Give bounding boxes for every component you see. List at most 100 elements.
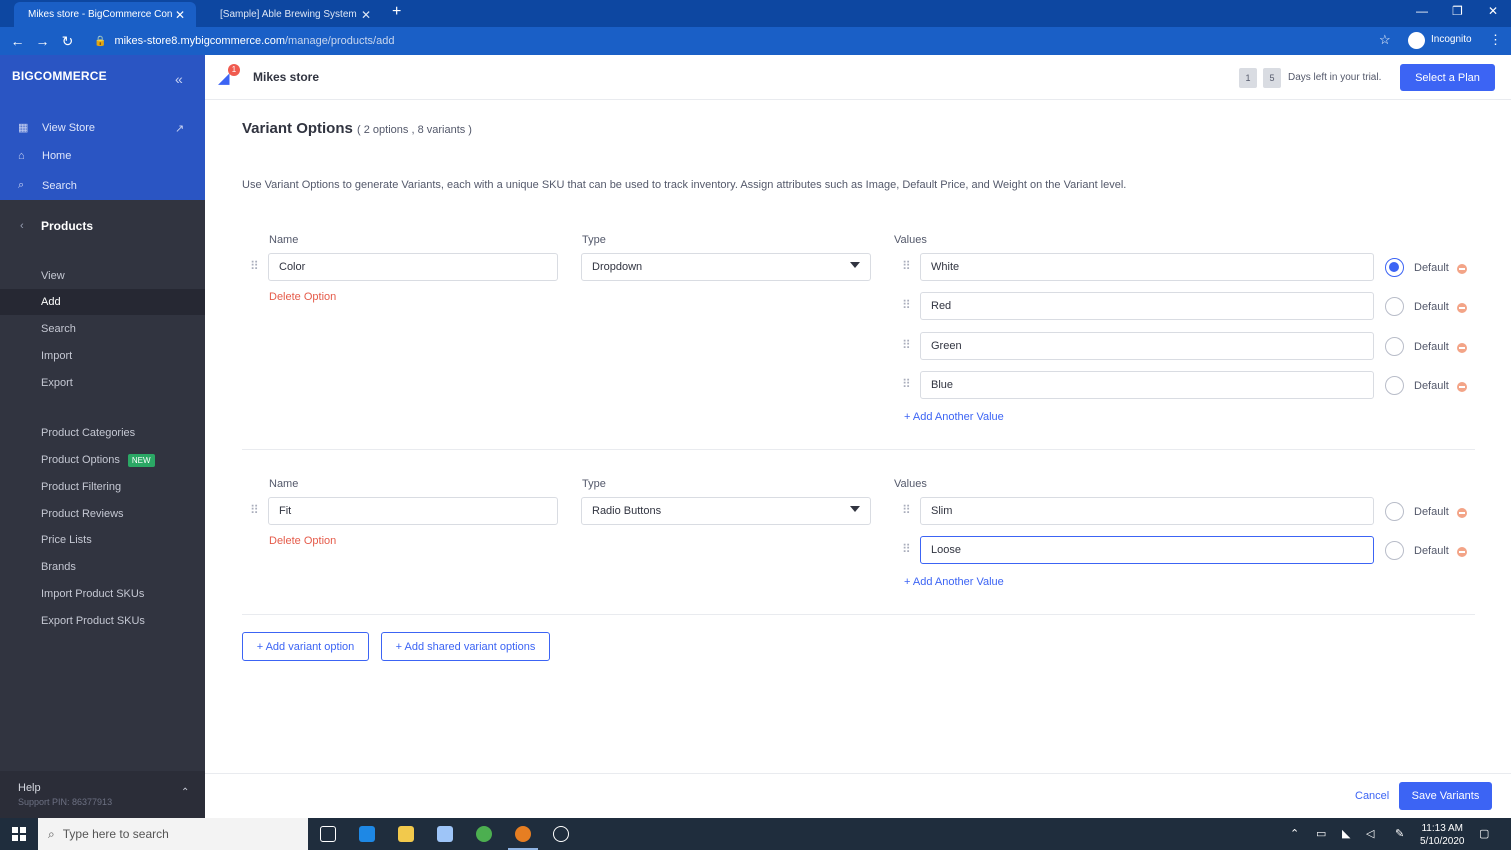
- save-variants-button[interactable]: Save Variants: [1399, 782, 1492, 810]
- recorder-icon[interactable]: [553, 826, 569, 842]
- option-value-input[interactable]: Loose: [920, 536, 1374, 564]
- default-label: Default: [1414, 301, 1449, 313]
- sidebar-item-product-options[interactable]: Product Options NEW: [0, 447, 205, 473]
- name-label: Name: [269, 478, 299, 490]
- collapse-sidebar-icon[interactable]: «: [175, 71, 183, 87]
- close-tab-icon[interactable]: ✕: [174, 8, 186, 22]
- sidebar-item-label: Import: [41, 350, 73, 362]
- external-link-icon[interactable]: ↗: [175, 122, 184, 135]
- pen-icon[interactable]: ✎: [1395, 827, 1404, 840]
- sidebar-item-home[interactable]: ⌂ Home: [18, 150, 71, 162]
- remove-value-icon[interactable]: [1457, 303, 1467, 313]
- option-name-input[interactable]: Fit: [268, 497, 558, 525]
- remove-value-icon[interactable]: [1457, 264, 1467, 274]
- incognito-icon[interactable]: [1408, 32, 1425, 49]
- sidebar-item-product-categories[interactable]: Product Categories: [0, 420, 205, 446]
- default-radio[interactable]: [1385, 376, 1404, 395]
- option-value-input[interactable]: Blue: [920, 371, 1374, 399]
- battery-icon[interactable]: ▭: [1316, 827, 1326, 840]
- edge-icon[interactable]: [359, 826, 375, 842]
- default-radio[interactable]: [1385, 502, 1404, 521]
- remove-value-icon[interactable]: [1457, 343, 1467, 353]
- url-field[interactable]: mikes-store8.mybigcommerce.com/manage/pr…: [114, 35, 394, 47]
- delete-option-link[interactable]: Delete Option: [269, 291, 336, 303]
- task-view-icon[interactable]: [320, 826, 336, 842]
- option-name-input[interactable]: Color: [268, 253, 558, 281]
- name-label: Name: [269, 234, 299, 246]
- select-plan-button[interactable]: Select a Plan: [1400, 64, 1495, 91]
- reload-icon[interactable]: ↻: [55, 33, 80, 50]
- default-label: Default: [1414, 341, 1449, 353]
- drag-handle-icon[interactable]: ⠿: [902, 259, 911, 273]
- option-value-input[interactable]: Slim: [920, 497, 1374, 525]
- default-radio[interactable]: [1385, 258, 1404, 277]
- option-value-input[interactable]: Red: [920, 292, 1374, 320]
- browser-tab-active[interactable]: Mikes store - BigCommerce Con ✕: [14, 2, 196, 27]
- forward-icon[interactable]: →: [30, 33, 55, 49]
- new-tab-icon[interactable]: +: [392, 3, 401, 21]
- default-radio[interactable]: [1385, 337, 1404, 356]
- bookmark-star-icon[interactable]: ☆: [1379, 32, 1391, 48]
- sidebar-item-export[interactable]: Export: [0, 370, 205, 396]
- system-clock[interactable]: 11:13 AM 5/10/2020: [1420, 822, 1465, 848]
- minimize-icon[interactable]: —: [1416, 4, 1428, 18]
- option-value-input[interactable]: White: [920, 253, 1374, 281]
- option-type-select[interactable]: Dropdown: [581, 253, 871, 281]
- volume-icon[interactable]: ◁: [1366, 827, 1374, 840]
- sidebar-item-export-product-skus[interactable]: Export Product SKUs: [0, 608, 205, 634]
- sidebar-item-view[interactable]: View: [0, 263, 205, 289]
- sidebar-item-product-filtering[interactable]: Product Filtering: [0, 474, 205, 500]
- type-label: Type: [582, 234, 606, 246]
- sidebar-item-product-reviews[interactable]: Product Reviews: [0, 501, 205, 527]
- drag-handle-icon[interactable]: ⠿: [250, 259, 259, 273]
- chrome-icon[interactable]: [476, 826, 492, 842]
- restore-icon[interactable]: ❐: [1452, 4, 1463, 18]
- file-explorer-icon[interactable]: [398, 826, 414, 842]
- network-icon[interactable]: ◣: [1342, 827, 1350, 840]
- drag-handle-icon[interactable]: ⠿: [902, 542, 911, 556]
- tray-chevron-icon[interactable]: ⌃: [1290, 827, 1299, 840]
- sidebar-item-import[interactable]: Import: [0, 343, 205, 369]
- sidebar-item-add[interactable]: Add: [0, 289, 205, 315]
- taskbar-search[interactable]: ⌕ Type here to search: [38, 818, 308, 850]
- sidebar-item-brands[interactable]: Brands: [0, 554, 205, 580]
- back-icon[interactable]: ←: [5, 33, 30, 49]
- default-label: Default: [1414, 545, 1449, 557]
- default-radio[interactable]: [1385, 297, 1404, 316]
- sidebar-item-search-products[interactable]: Search: [0, 316, 205, 342]
- drag-handle-icon[interactable]: ⠿: [902, 338, 911, 352]
- notifications-icon[interactable]: ▢: [1479, 827, 1489, 840]
- sidebar-item-import-product-skus[interactable]: Import Product SKUs: [0, 581, 205, 607]
- add-shared-variant-options-button[interactable]: + Add shared variant options: [381, 632, 550, 661]
- sidebar-item-view-store[interactable]: ▦ View Store: [18, 121, 95, 135]
- bigcommerce-logo[interactable]: BIGCOMMERCE: [12, 69, 107, 83]
- option-value-input[interactable]: Green: [920, 332, 1374, 360]
- default-radio[interactable]: [1385, 541, 1404, 560]
- caret-down-icon: [850, 262, 860, 268]
- remove-value-icon[interactable]: [1457, 508, 1467, 518]
- add-another-value-link[interactable]: + Add Another Value: [904, 576, 1004, 588]
- add-variant-option-button[interactable]: + Add variant option: [242, 632, 369, 661]
- notepad-icon[interactable]: [437, 826, 453, 842]
- chrome-incognito-icon[interactable]: [515, 826, 531, 842]
- drag-handle-icon[interactable]: ⠿: [902, 503, 911, 517]
- add-another-value-link[interactable]: + Add Another Value: [904, 411, 1004, 423]
- remove-value-icon[interactable]: [1457, 547, 1467, 557]
- browser-menu-icon[interactable]: ⋮: [1489, 32, 1502, 48]
- drag-handle-icon[interactable]: ⠿: [250, 503, 259, 517]
- option-type-select[interactable]: Radio Buttons: [581, 497, 871, 525]
- delete-option-link[interactable]: Delete Option: [269, 535, 336, 547]
- window-close-icon[interactable]: ✕: [1488, 4, 1498, 18]
- sidebar-item-price-lists[interactable]: Price Lists: [0, 527, 205, 553]
- sidebar-item-search[interactable]: ⌕ Search: [18, 179, 77, 192]
- chevron-up-icon[interactable]: ⌃: [181, 787, 189, 798]
- help-panel[interactable]: Help Support PIN: 86377913 ⌃: [0, 771, 205, 818]
- cancel-link[interactable]: Cancel: [1355, 790, 1389, 802]
- remove-value-icon[interactable]: [1457, 382, 1467, 392]
- drag-handle-icon[interactable]: ⠿: [902, 298, 911, 312]
- drag-handle-icon[interactable]: ⠿: [902, 377, 911, 391]
- sidebar-section-products[interactable]: ‹ Products: [0, 215, 205, 237]
- close-tab-icon[interactable]: ✕: [360, 8, 372, 22]
- browser-tab-inactive[interactable]: [Sample] Able Brewing System - ✕: [206, 2, 382, 27]
- windows-start-icon[interactable]: [12, 827, 26, 841]
